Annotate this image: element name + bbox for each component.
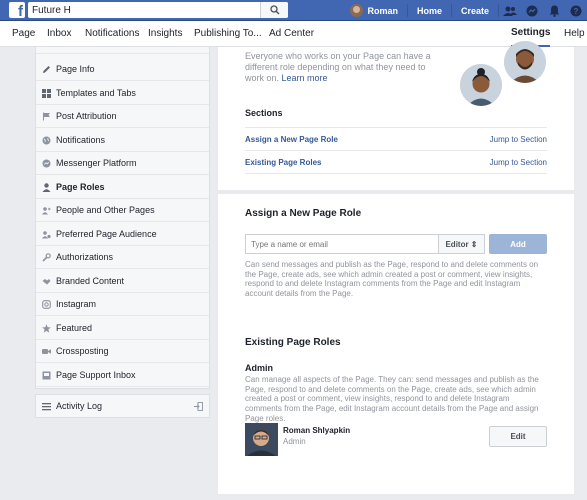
add-role-button[interactable]: Add (489, 234, 547, 254)
illustration-avatar-woman-icon (460, 64, 502, 106)
sidebar-item-label: Notifications (56, 135, 106, 145)
page-roles-card: Assign a New Page Role Editor ⇕ Add Can … (218, 194, 574, 494)
sidebar-item-activity-log[interactable]: Activity Log (35, 394, 210, 418)
activity-log-label: Activity Log (56, 401, 103, 411)
top-bar: f Roman Home Create ? (0, 0, 587, 21)
jump-to-assign-link[interactable]: Jump to Section (490, 135, 547, 144)
sidebar-item-label: Post Attribution (56, 111, 117, 121)
assign-role-title: Assign a New Page Role (245, 208, 362, 219)
search-box (28, 2, 288, 18)
section-row-existing: Existing Page Roles Jump to Section (245, 150, 547, 173)
people-icon (42, 206, 51, 215)
nav-tab-page[interactable]: Page (12, 21, 35, 47)
video-icon (42, 347, 51, 356)
sidebar-item-authorizations[interactable]: Authorizations (36, 246, 209, 269)
inbox-icon (42, 371, 51, 380)
nav-tab-publishing-tools[interactable]: Publishing To... (194, 21, 262, 47)
user-avatar[interactable] (245, 423, 278, 456)
sidebar-item-label: People and Other Pages (56, 205, 155, 215)
sidebar-item-partial[interactable] (36, 47, 209, 54)
messenger-icon (42, 159, 51, 168)
existing-section-link[interactable]: Existing Page Roles (245, 158, 321, 167)
sidebar-item-page-roles[interactable]: Page Roles (36, 176, 209, 199)
open-arrow-icon (194, 402, 203, 413)
admin-role-heading: Admin (245, 363, 273, 373)
main-content: Everyone who works on your Page can have… (218, 41, 587, 494)
user-role: Admin (283, 437, 306, 446)
instagram-icon (42, 299, 51, 309)
assign-section-link[interactable]: Assign a New Page Role (245, 135, 338, 144)
intro-text: Everyone who works on your Page can have… (245, 51, 445, 84)
flag-icon (42, 112, 51, 121)
nav-tab-ad-center[interactable]: Ad Center (269, 21, 314, 47)
sidebar-item-notifications[interactable]: Notifications (36, 129, 209, 152)
pencil-icon (42, 65, 51, 74)
person-icon (42, 182, 51, 192)
friend-requests-icon[interactable] (499, 0, 521, 21)
star-icon (42, 323, 51, 333)
jump-to-existing-link[interactable]: Jump to Section (490, 158, 547, 167)
sidebar-item-label: Instagram (56, 299, 97, 309)
sidebar-item-label: Branded Content (56, 276, 125, 286)
home-link[interactable]: Home (408, 6, 451, 16)
sidebar-item-label: Authorizations (56, 252, 114, 262)
settings-sidebar: Page Info Templates and Tabs Post Attrib… (35, 47, 210, 389)
page-roles-intro-card: Everyone who works on your Page can have… (218, 41, 574, 190)
grid-icon (42, 88, 51, 98)
sidebar-item-label: Messenger Platform (56, 158, 137, 168)
intro-description: Everyone who works on your Page can have… (245, 51, 431, 83)
sidebar-item-preferred-page-audience[interactable]: Preferred Page Audience (36, 223, 209, 246)
search-input[interactable] (28, 2, 260, 18)
learn-more-link[interactable]: Learn more (282, 73, 328, 83)
nav-tab-inbox[interactable]: Inbox (47, 21, 71, 47)
notifications-bell-icon[interactable] (543, 0, 565, 21)
globe-icon (42, 136, 51, 145)
sidebar-item-label: Page Info (56, 64, 95, 74)
handshake-icon (42, 277, 51, 286)
facebook-logo-icon[interactable]: f (9, 2, 25, 19)
sidebar-item-page-support-inbox[interactable]: Page Support Inbox (36, 364, 209, 387)
sidebar-item-messenger-platform[interactable]: Messenger Platform (36, 152, 209, 175)
help-question-icon[interactable]: ? (565, 0, 587, 21)
list-icon (42, 402, 51, 411)
nav-tab-insights[interactable]: Insights (148, 21, 182, 47)
illustration-avatar-man-icon (504, 41, 546, 83)
wrench-icon (42, 252, 51, 262)
existing-roles-title: Existing Page Roles (245, 337, 341, 348)
sidebar-item-branded-content[interactable]: Branded Content (36, 270, 209, 293)
sidebar-item-people-and-other-pages[interactable]: People and Other Pages (36, 199, 209, 222)
search-button[interactable] (260, 2, 288, 18)
profile-avatar[interactable] (350, 4, 364, 17)
create-link[interactable]: Create (452, 6, 498, 16)
nav-tab-help[interactable]: Help ▾ (564, 21, 587, 47)
sidebar-item-crossposting[interactable]: Crossposting (36, 340, 209, 363)
editor-role-description: Can send messages and publish as the Pag… (245, 260, 539, 299)
user-name[interactable]: Roman Shlyapkin (283, 426, 350, 435)
sidebar-item-label: Page Support Inbox (56, 370, 136, 380)
section-row-assign: Assign a New Page Role Jump to Section (245, 127, 547, 150)
sidebar-item-templates-and-tabs[interactable]: Templates and Tabs (36, 82, 209, 105)
edit-role-button[interactable]: Edit (489, 426, 547, 447)
sidebar-item-post-attribution[interactable]: Post Attribution (36, 105, 209, 128)
sidebar-item-label: Crossposting (56, 346, 109, 356)
profile-name-link[interactable]: Roman (367, 6, 407, 16)
sidebar-item-label: Page Roles (56, 182, 105, 192)
name-or-email-input[interactable] (245, 234, 438, 254)
audience-icon (42, 230, 51, 239)
nav-tab-notifications[interactable]: Notifications (85, 21, 139, 47)
divider (245, 173, 547, 174)
sidebar-item-label: Preferred Page Audience (56, 229, 157, 239)
sidebar-item-featured[interactable]: Featured (36, 317, 209, 340)
svg-text:?: ? (574, 7, 579, 16)
sidebar-item-label: Featured (56, 323, 93, 333)
search-icon (270, 5, 280, 15)
admin-role-description: Can manage all aspects of the Page. They… (245, 375, 539, 423)
page-nav: Page Inbox Notifications Insights Publis… (0, 21, 587, 47)
sidebar-item-instagram[interactable]: Instagram (36, 293, 209, 316)
sections-title: Sections (245, 108, 283, 118)
messenger-icon[interactable] (521, 0, 543, 21)
sidebar-item-label: Templates and Tabs (56, 88, 136, 98)
role-select-dropdown[interactable]: Editor ⇕ (438, 234, 485, 254)
sidebar-item-page-info[interactable]: Page Info (36, 58, 209, 81)
